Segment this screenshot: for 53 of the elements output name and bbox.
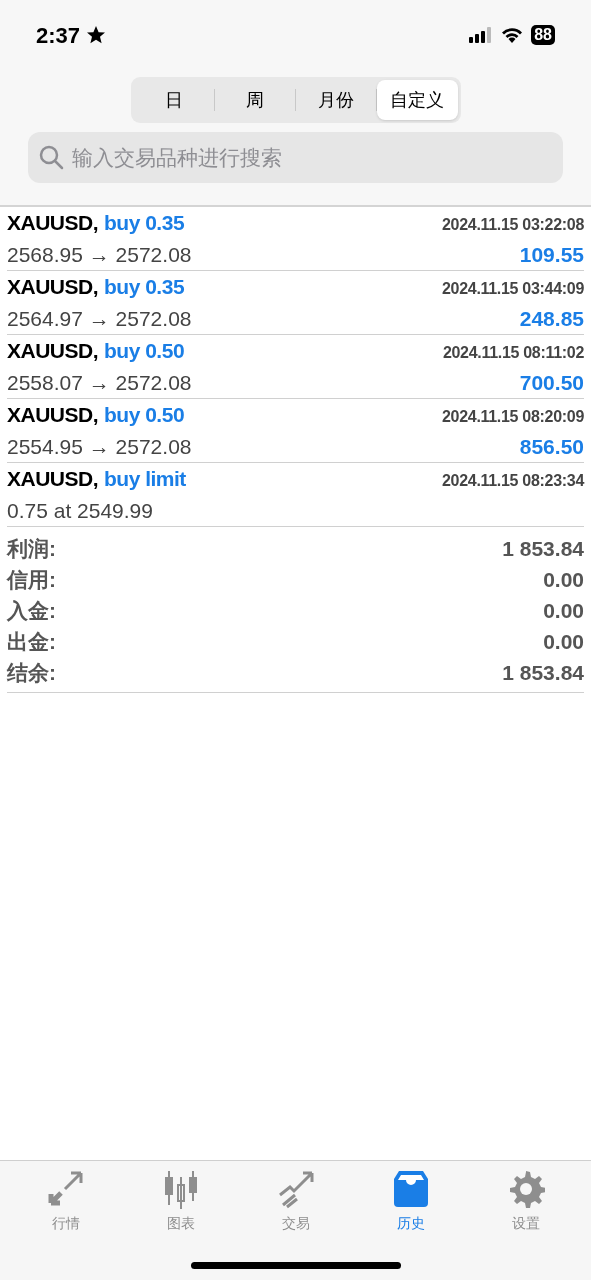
profit-value: 856.50 — [519, 433, 584, 460]
segment-tab[interactable]: 自定义 — [377, 80, 458, 120]
search-field[interactable]: 输入交易品种进行搜索 — [28, 132, 563, 183]
tab-bar-item[interactable]: 行情 — [20, 1169, 111, 1234]
symbol-label: XAUUSD, — [7, 210, 98, 236]
order-type: buy 0.35 — [104, 274, 185, 300]
segment-tab[interactable]: 周 — [214, 80, 295, 120]
trend-arrow-icon — [276, 1169, 315, 1209]
inbox-icon — [391, 1169, 430, 1209]
tab-bar-item[interactable]: 交易 — [250, 1169, 341, 1234]
price-range: 0.75 at 2549.99 — [7, 497, 153, 524]
trade-time: 2024.11.15 03:44:09 — [442, 279, 584, 299]
tab-bar-item[interactable]: 设置 — [480, 1169, 571, 1234]
order-type: buy limit — [104, 466, 186, 492]
arrows-icon — [46, 1169, 85, 1209]
order-type: buy 0.50 — [104, 338, 185, 364]
summary-label: 出金: — [7, 628, 56, 655]
summary-label: 信用: — [7, 566, 56, 593]
summary-label: 结余: — [7, 659, 56, 686]
price-range: 2564.97 → 2572.08 — [7, 305, 192, 332]
summary-value: 0.00 — [543, 597, 584, 624]
trade-time: 2024.11.15 03:22:08 — [442, 215, 584, 235]
summary-value: 1 853.84 — [502, 535, 584, 562]
summary-label: 利润: — [7, 535, 56, 562]
status-time: 2:37 — [36, 21, 81, 50]
trade-time: 2024.11.15 08:23:34 — [442, 471, 584, 491]
profit-value: 700.50 — [519, 369, 584, 396]
symbol-label: XAUUSD, — [7, 402, 98, 428]
star-icon — [86, 25, 107, 45]
wifi-icon — [501, 27, 524, 43]
profit-value: 248.85 — [519, 305, 584, 332]
symbol-label: XAUUSD, — [7, 466, 98, 492]
price-range: 2568.95 → 2572.08 — [7, 241, 192, 268]
summary-label: 入金: — [7, 597, 56, 624]
battery-level: 88 — [531, 25, 555, 45]
signal-icon — [469, 27, 494, 43]
trade-time: 2024.11.15 08:11:02 — [442, 343, 584, 363]
trade-time: 2024.11.15 08:20:09 — [442, 407, 584, 427]
summary-value: 0.00 — [543, 628, 584, 655]
symbol-label: XAUUSD, — [7, 338, 98, 364]
segment-tab[interactable]: 月份 — [296, 80, 377, 120]
tab-bar-item[interactable]: 历史 — [365, 1169, 456, 1234]
search-icon — [38, 144, 64, 170]
profit-value: 109.55 — [519, 241, 584, 268]
symbol-label: XAUUSD, — [7, 274, 98, 300]
summary-value: 0.00 — [543, 566, 584, 593]
order-type: buy 0.35 — [104, 210, 185, 236]
order-type: buy 0.50 — [104, 402, 185, 428]
summary-value: 1 853.84 — [502, 659, 584, 686]
segment-tab[interactable]: 日 — [133, 80, 214, 120]
tab-bar-item[interactable]: 图表 — [135, 1169, 226, 1234]
price-range: 2554.95 → 2572.08 — [7, 433, 192, 460]
price-range: 2558.07 → 2572.08 — [7, 369, 192, 396]
